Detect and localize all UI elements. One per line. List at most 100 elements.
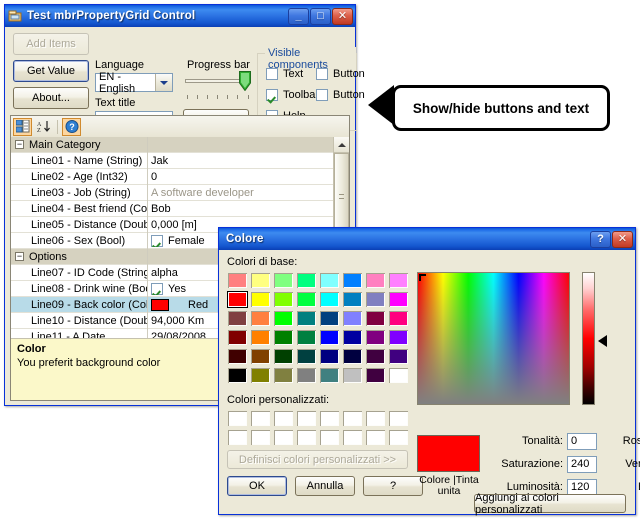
define-custom-colors-button[interactable]: Definisci colori personalizzati >> [227,450,408,469]
basic-color-swatch[interactable] [388,348,409,365]
custom-color-swatch[interactable] [319,410,340,427]
custom-color-swatch[interactable] [342,429,363,446]
basic-color-swatch[interactable] [273,291,294,308]
property-value[interactable]: A software developer [147,187,334,199]
basic-color-swatch[interactable] [365,310,386,327]
basic-color-swatch[interactable] [296,329,317,346]
basic-color-swatch[interactable] [250,348,271,365]
basic-color-swatch[interactable] [342,348,363,365]
table-row[interactable]: − Main Category [11,137,334,153]
basic-color-swatch[interactable] [388,367,409,384]
maximize-button[interactable]: □ [310,7,331,25]
property-value[interactable]: Bob [147,203,334,215]
basic-color-swatch[interactable] [250,272,271,289]
basic-color-swatch[interactable] [365,367,386,384]
table-row[interactable]: Line03 - Job (String) A software develop… [11,185,334,201]
basic-color-swatch[interactable] [342,272,363,289]
hue-input[interactable]: 0 [567,432,597,450]
table-row[interactable]: Line01 - Name (String) Jak [11,153,334,169]
basic-colors-grid[interactable] [227,272,409,384]
basic-color-swatch[interactable] [250,291,271,308]
custom-color-swatch[interactable] [273,429,294,446]
basic-color-swatch[interactable] [227,310,248,327]
progress-slider-thumb[interactable] [239,71,251,92]
basic-color-swatch[interactable] [273,272,294,289]
about-button[interactable]: About... [13,87,89,109]
basic-color-swatch[interactable] [319,310,340,327]
luminance-bar[interactable] [582,272,595,405]
hue-saturation-field[interactable] [417,272,570,405]
custom-color-swatch[interactable] [250,410,271,427]
basic-color-swatch[interactable] [227,291,248,308]
custom-color-swatch[interactable] [296,410,317,427]
checkbox-text-box[interactable] [266,68,278,80]
close-button[interactable]: ✕ [332,7,353,25]
basic-color-swatch[interactable] [365,291,386,308]
basic-color-swatch[interactable] [319,367,340,384]
saturation-input[interactable]: 240 [567,455,597,473]
checkbox-button-2-box[interactable] [316,89,328,101]
table-row[interactable]: Line02 - Age (Int32) 0 [11,169,334,185]
basic-color-swatch[interactable] [342,291,363,308]
checkbox-button-1-box[interactable] [316,68,328,80]
custom-color-swatch[interactable] [227,429,248,446]
basic-color-swatch[interactable] [227,367,248,384]
scroll-up-arrow-icon[interactable] [334,137,349,153]
basic-color-swatch[interactable] [319,348,340,365]
basic-color-swatch[interactable] [319,291,340,308]
language-combobox[interactable]: EN - English [95,71,173,95]
property-value[interactable]: 0 [147,171,334,183]
color-dialog-titlebar[interactable]: Colore ? ✕ [219,228,635,250]
cancel-button[interactable]: Annulla [295,476,355,496]
luminance-marker-icon[interactable] [598,335,607,347]
checkbox-toolbar[interactable]: Toolbar [266,89,319,101]
property-grid-splitter[interactable] [147,137,148,338]
table-row[interactable]: Line04 - Best friend (Combo list) Bob [11,201,334,217]
basic-color-swatch[interactable] [342,367,363,384]
chevron-down-icon[interactable] [155,74,172,91]
basic-color-swatch[interactable] [273,329,294,346]
minimize-button[interactable]: _ [288,7,309,25]
basic-color-swatch[interactable] [365,348,386,365]
basic-color-swatch[interactable] [365,329,386,346]
close-button[interactable]: ✕ [612,230,633,248]
basic-color-swatch[interactable] [319,272,340,289]
property-value-checkbox[interactable] [151,234,163,247]
categorized-view-button[interactable] [13,117,32,136]
basic-color-swatch[interactable] [296,348,317,365]
basic-color-swatch[interactable] [250,310,271,327]
basic-color-swatch[interactable] [296,291,317,308]
add-to-custom-colors-button[interactable]: Aggiungi ai colori personalizzati [474,492,626,516]
custom-color-swatch[interactable] [250,429,271,446]
basic-color-swatch[interactable] [388,329,409,346]
basic-color-swatch[interactable] [319,329,340,346]
basic-color-swatch[interactable] [296,310,317,327]
basic-color-swatch[interactable] [296,367,317,384]
basic-color-swatch[interactable] [388,291,409,308]
custom-color-swatch[interactable] [227,410,248,427]
basic-color-swatch[interactable] [227,272,248,289]
alphabetical-sort-button[interactable]: AZ [34,118,53,136]
custom-color-swatch[interactable] [388,429,409,446]
add-items-button[interactable]: Add Items [13,33,89,55]
basic-color-swatch[interactable] [273,310,294,327]
checkbox-text[interactable]: Text [266,68,303,80]
basic-color-swatch[interactable] [388,272,409,289]
custom-colors-grid[interactable] [227,410,409,446]
color-preview-swatch[interactable] [417,435,480,472]
basic-color-swatch[interactable] [365,272,386,289]
basic-color-swatch[interactable] [250,367,271,384]
custom-color-swatch[interactable] [365,410,386,427]
checkbox-toolbar-box[interactable] [266,89,278,101]
basic-color-swatch[interactable] [227,348,248,365]
color-crosshair-icon[interactable] [419,274,426,281]
custom-color-swatch[interactable] [365,429,386,446]
collapse-icon[interactable]: − [15,140,24,149]
basic-color-swatch[interactable] [273,348,294,365]
basic-color-swatch[interactable] [250,329,271,346]
custom-color-swatch[interactable] [342,410,363,427]
ok-button[interactable]: OK [227,476,287,496]
custom-color-swatch[interactable] [296,429,317,446]
scrollbar-thumb[interactable] [334,153,349,235]
main-window-titlebar[interactable]: Test mbrPropertyGrid Control _ □ ✕ [5,5,355,27]
